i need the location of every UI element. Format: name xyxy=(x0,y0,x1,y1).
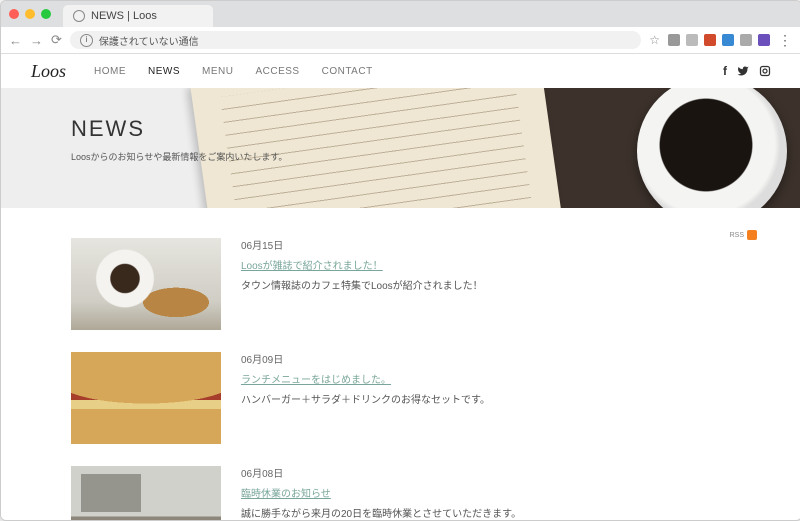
tab-bar: NEWS | Loos xyxy=(1,1,800,27)
minimize-window-button[interactable] xyxy=(25,9,35,19)
nav-contact[interactable]: CONTACT xyxy=(322,66,373,77)
rss-label: RSS xyxy=(730,232,744,239)
news-thumbnail[interactable] xyxy=(71,238,221,330)
news-date: 06月08日 xyxy=(241,466,521,484)
news-desc: ハンバーガー＋サラダ＋ドリンクのお得なセットです。 xyxy=(241,392,490,410)
hero-banner: NEWS Loosからのお知らせや最新情報をご案内いたします。 xyxy=(1,88,800,208)
nav-home[interactable]: HOME xyxy=(94,66,126,77)
extension-icon[interactable] xyxy=(740,34,752,46)
news-item: 06月15日 Loosが雑誌で紹介されました！ タウン情報誌のカフェ特集でLoo… xyxy=(71,238,731,330)
news-thumbnail[interactable] xyxy=(71,352,221,444)
extension-icon[interactable] xyxy=(704,34,716,46)
nav-menu[interactable]: MENU xyxy=(202,66,233,77)
hero-coffee-cup-image xyxy=(637,88,787,208)
browser-tab[interactable]: NEWS | Loos xyxy=(63,5,213,27)
news-title-link[interactable]: Loosが雑誌で紹介されました！ xyxy=(241,258,483,276)
site-header: Loos HOME NEWS MENU ACCESS CONTACT f xyxy=(1,54,800,88)
reload-button[interactable]: ⟳ xyxy=(51,32,62,48)
address-bar[interactable]: i 保護されていない通信 xyxy=(70,31,641,49)
browser-window: NEWS | Loos ← → ⟳ i 保護されていない通信 ☆ ⋮ Loos … xyxy=(0,0,800,521)
address-security-label: 保護されていない通信 xyxy=(99,33,199,48)
extensions xyxy=(668,34,770,46)
page-subtitle: Loosからのお知らせや最新情報をご案内いたします。 xyxy=(71,150,287,163)
zoom-window-button[interactable] xyxy=(41,9,51,19)
news-date: 06月09日 xyxy=(241,352,490,370)
profile-avatar[interactable] xyxy=(758,34,770,46)
twitter-icon[interactable] xyxy=(737,64,749,78)
extension-icon[interactable] xyxy=(722,34,734,46)
news-title-link[interactable]: 臨時休業のお知らせ xyxy=(241,486,521,504)
bookmark-star-icon[interactable]: ☆ xyxy=(649,33,660,47)
close-window-button[interactable] xyxy=(9,9,19,19)
page-viewport[interactable]: Loos HOME NEWS MENU ACCESS CONTACT f NEW… xyxy=(1,54,800,521)
facebook-icon[interactable]: f xyxy=(723,64,727,78)
social-links: f xyxy=(723,64,771,78)
tab-favicon xyxy=(73,10,85,22)
extension-icon[interactable] xyxy=(686,34,698,46)
page-title: NEWS xyxy=(71,116,287,142)
site-logo[interactable]: Loos xyxy=(31,61,66,82)
news-thumbnail[interactable] xyxy=(71,466,221,521)
instagram-icon[interactable] xyxy=(759,64,771,78)
browser-toolbar: ← → ⟳ i 保護されていない通信 ☆ ⋮ xyxy=(1,27,800,54)
nav-access[interactable]: ACCESS xyxy=(255,66,299,77)
back-button[interactable]: ← xyxy=(9,33,22,48)
extension-icon[interactable] xyxy=(668,34,680,46)
news-date: 06月15日 xyxy=(241,238,483,256)
news-item: 06月09日 ランチメニューをはじめました。 ハンバーガー＋サラダ＋ドリンクのお… xyxy=(71,352,731,444)
rss-icon xyxy=(747,230,757,240)
rss-link[interactable]: RSS xyxy=(730,230,757,240)
main-content: RSS 06月15日 Loosが雑誌で紹介されました！ タウン情報誌のカフェ特集… xyxy=(1,208,800,521)
forward-button[interactable]: → xyxy=(30,33,43,48)
news-title-link[interactable]: ランチメニューをはじめました。 xyxy=(241,372,490,390)
nav-news[interactable]: NEWS xyxy=(148,66,180,77)
news-desc: タウン情報誌のカフェ特集でLoosが紹介されました！ xyxy=(241,278,483,296)
tab-title: NEWS | Loos xyxy=(91,10,157,22)
news-item: 06月08日 臨時休業のお知らせ 誠に勝手ながら来月の20日を臨時休業とさせてい… xyxy=(71,466,731,521)
site-info-icon[interactable]: i xyxy=(80,34,93,47)
news-list: 06月15日 Loosが雑誌で紹介されました！ タウン情報誌のカフェ特集でLoo… xyxy=(71,238,731,521)
window-controls xyxy=(9,9,51,19)
browser-menu-button[interactable]: ⋮ xyxy=(778,32,793,49)
